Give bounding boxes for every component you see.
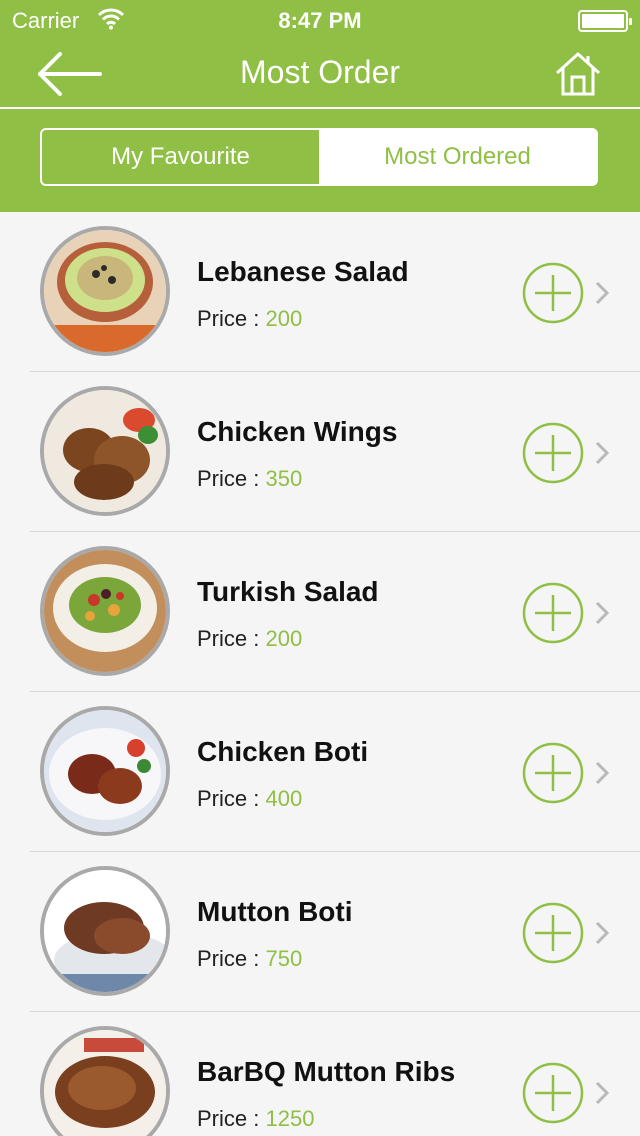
add-circle-icon[interactable] xyxy=(522,742,584,804)
food-image xyxy=(40,226,170,356)
nav-bar: Most Order xyxy=(0,40,640,106)
price-value: 1250 xyxy=(265,1106,315,1131)
list-item[interactable]: Chicken Boti Price : 400 xyxy=(0,692,640,852)
chevron-right-icon xyxy=(595,921,610,945)
page-title: Most Order xyxy=(239,54,401,90)
price-label: Price : xyxy=(197,626,260,651)
add-circle-icon[interactable] xyxy=(522,582,584,644)
chevron-right-icon xyxy=(595,281,610,305)
item-price: Price : 400 xyxy=(197,786,302,812)
item-name: Turkish Salad xyxy=(197,576,379,607)
item-name: BarBQ Mutton Ribs xyxy=(197,1056,456,1087)
item-name: Chicken Boti xyxy=(197,736,369,767)
add-circle-icon[interactable] xyxy=(522,902,584,964)
order-list: Lebanese Salad Price : 200 Chicken Wings… xyxy=(0,212,640,1136)
status-time: 8:47 PM xyxy=(278,8,362,33)
item-price: Price : 200 xyxy=(197,306,302,332)
food-image xyxy=(40,386,170,516)
add-circle-icon[interactable] xyxy=(522,262,584,324)
price-value: 400 xyxy=(265,786,303,811)
list-item[interactable]: Lebanese Salad Price : 200 xyxy=(0,212,640,372)
header: Carrier 8:47 PM Most Order My Favourite … xyxy=(0,0,640,212)
food-image xyxy=(40,706,170,836)
price-label: Price : xyxy=(197,1106,260,1131)
chevron-right-icon xyxy=(595,761,610,785)
list-item[interactable]: Chicken Wings Price : 350 xyxy=(0,372,640,532)
segmented-control: My Favourite Most Ordered xyxy=(40,128,598,186)
item-name: Chicken Wings xyxy=(197,416,398,447)
food-image xyxy=(40,546,170,676)
item-name: Lebanese Salad xyxy=(197,256,409,287)
tab-my-favourite[interactable]: My Favourite xyxy=(42,130,319,184)
food-image xyxy=(40,866,170,996)
item-name: Mutton Boti xyxy=(197,896,353,927)
price-label: Price : xyxy=(197,946,260,971)
home-button[interactable] xyxy=(554,50,602,98)
add-circle-icon[interactable] xyxy=(522,1062,584,1124)
item-price: Price : 350 xyxy=(197,466,302,492)
battery-icon xyxy=(578,10,632,32)
price-label: Price : xyxy=(197,466,260,491)
home-icon xyxy=(555,52,601,96)
food-image xyxy=(40,1026,170,1136)
status-bar: Carrier 8:47 PM xyxy=(0,0,640,40)
item-price: Price : 1250 xyxy=(197,1106,314,1132)
price-label: Price : xyxy=(197,786,260,811)
item-price: Price : 750 xyxy=(197,946,302,972)
nav-divider xyxy=(0,107,640,109)
chevron-right-icon xyxy=(595,1081,610,1105)
chevron-right-icon xyxy=(595,601,610,625)
tab-most-ordered[interactable]: Most Ordered xyxy=(319,130,596,184)
price-value: 200 xyxy=(265,306,303,331)
add-circle-icon[interactable] xyxy=(522,422,584,484)
price-value: 200 xyxy=(265,626,303,651)
price-label: Price : xyxy=(197,306,260,331)
item-price: Price : 200 xyxy=(197,626,302,652)
price-value: 750 xyxy=(265,946,303,971)
list-item[interactable]: Mutton Boti Price : 750 xyxy=(0,852,640,1012)
list-item[interactable]: Turkish Salad Price : 200 xyxy=(0,532,640,692)
price-value: 350 xyxy=(265,466,303,491)
list-item[interactable]: BarBQ Mutton Ribs Price : 1250 xyxy=(0,1012,640,1136)
chevron-right-icon xyxy=(595,441,610,465)
